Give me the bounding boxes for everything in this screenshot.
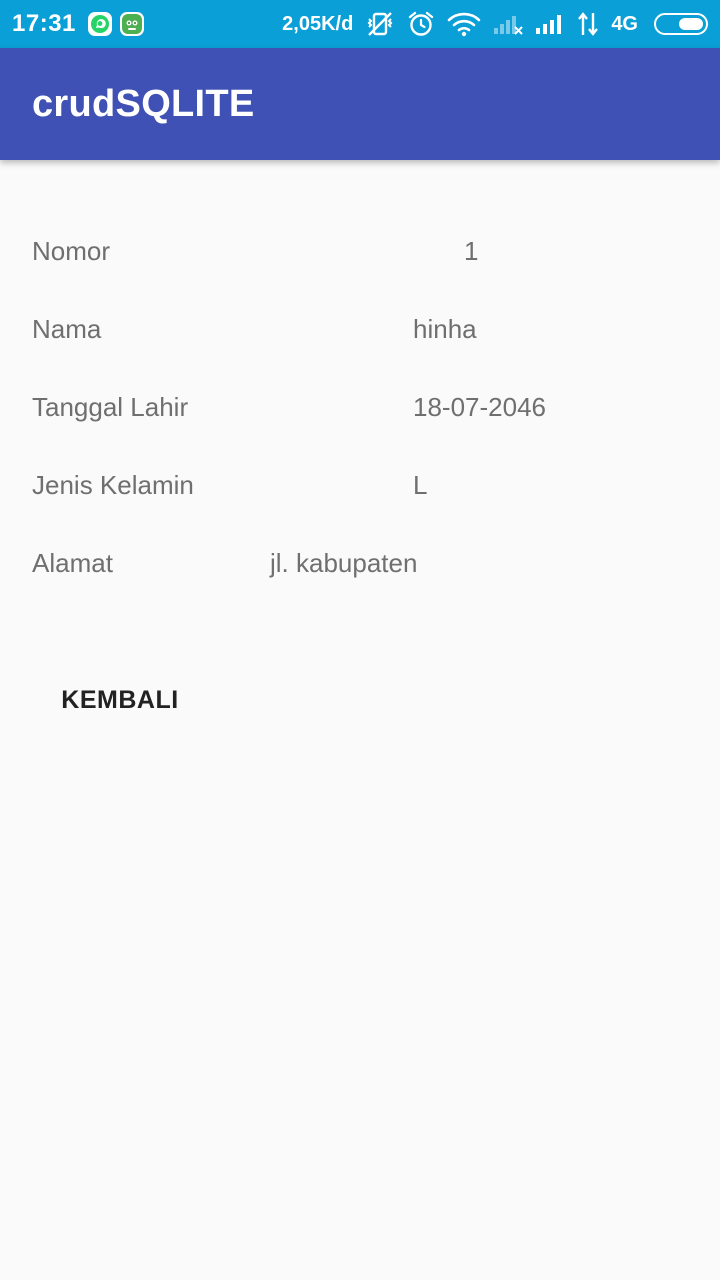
- signal-sim2-icon: [535, 12, 565, 36]
- label-alamat: Alamat: [32, 548, 113, 578]
- battery-level: [679, 18, 703, 30]
- value-jenis-kelamin: L: [413, 470, 428, 500]
- label-nomor: Nomor: [32, 236, 111, 266]
- kembali-button[interactable]: KEMBALI: [32, 660, 208, 740]
- detail-row-alamat: Alamat jl. kabupaten: [0, 548, 720, 588]
- signal-sim1-no-icon: [493, 12, 524, 36]
- whatsapp-icon: [87, 12, 112, 36]
- label-tanggal-lahir: Tanggal Lahir: [32, 392, 189, 422]
- value-nama: hinha: [413, 314, 477, 344]
- network-speed: 2,05K/d: [282, 12, 354, 35]
- status-time: 17:31: [12, 10, 76, 37]
- app-title: crudSQLITE: [32, 82, 255, 125]
- android-bot-icon: [119, 12, 144, 36]
- app-bar: crudSQLITE: [0, 48, 720, 160]
- detail-row-nama: Nama hinha: [0, 314, 720, 354]
- battery-icon: [654, 13, 708, 35]
- detail-row-tanggal-lahir: Tanggal Lahir 18-07-2046: [0, 392, 720, 432]
- label-jenis-kelamin: Jenis Kelamin: [32, 470, 194, 500]
- label-nama: Nama: [32, 314, 102, 344]
- wifi-icon: [447, 11, 481, 37]
- detail-row-nomor: Nomor 1: [0, 236, 720, 276]
- status-icons: 2,05K/d 4G: [282, 10, 708, 38]
- alarm-icon: [407, 10, 435, 38]
- data-arrows-icon: [577, 11, 599, 37]
- value-nomor: 1: [464, 236, 479, 266]
- network-type: 4G: [611, 12, 638, 35]
- value-tanggal-lahir: 18-07-2046: [413, 392, 546, 422]
- value-alamat: jl. kabupaten: [270, 548, 418, 578]
- detail-row-jenis-kelamin: Jenis Kelamin L: [0, 470, 720, 510]
- status-bar: 17:31 2,05K/d 4G: [0, 0, 720, 48]
- vibrate-off-icon: [365, 10, 395, 38]
